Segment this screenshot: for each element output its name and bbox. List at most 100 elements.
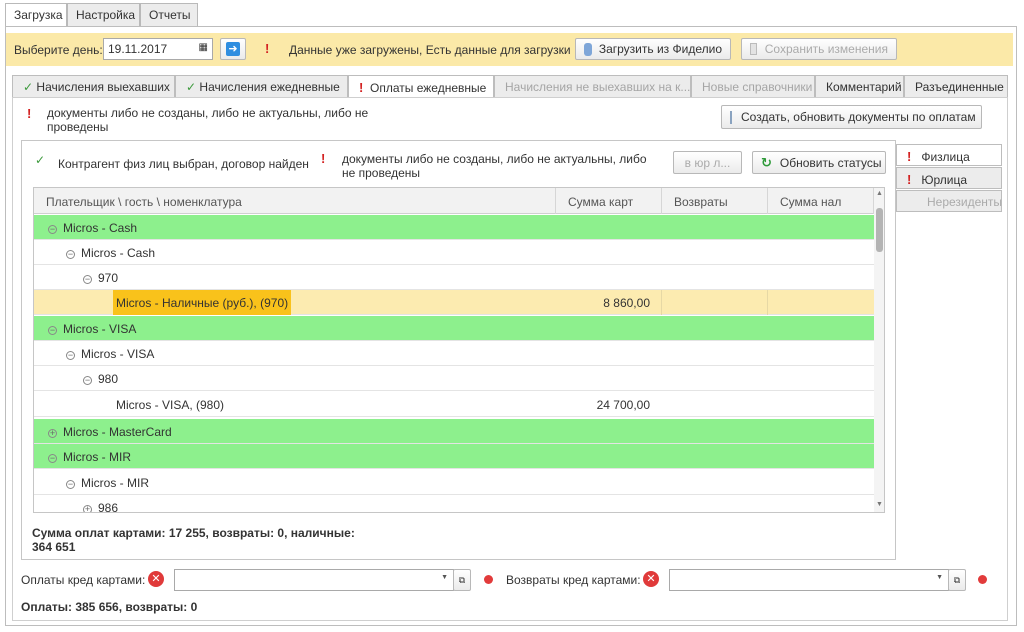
docs-warning-text: документы либо не созданы, либо не актуа… <box>47 106 369 134</box>
table-row[interactable]: − Micros - VISA <box>34 316 874 341</box>
collapse-icon[interactable]: − <box>83 376 92 385</box>
table-row[interactable]: +986 <box>34 495 874 513</box>
side-tab-nonresidents[interactable]: Нерезиденты <box>896 190 1002 212</box>
row-label-cell: − Micros - VISA <box>66 341 154 366</box>
row-label: Micros - MasterCard <box>63 425 172 439</box>
collapse-icon[interactable]: − <box>66 250 75 259</box>
col-sum-card[interactable]: Сумма карт <box>556 188 662 214</box>
row-label-cell: − Micros - Cash <box>48 215 137 240</box>
row-label-cell: −970 <box>83 265 118 290</box>
row-label: Micros - VISA <box>81 347 155 361</box>
column-divider <box>661 290 662 315</box>
refresh-label: Обновить статусы <box>779 155 882 170</box>
tab-accruals-daily[interactable]: ✓ Начисления ежедневные <box>175 75 348 97</box>
expand-icon[interactable]: + <box>48 429 57 438</box>
expand-icon[interactable]: + <box>83 505 92 512</box>
warning-icon: ! <box>907 172 912 187</box>
summary-line2: 364 651 <box>32 540 76 554</box>
row-label-cell: −980 <box>83 366 118 391</box>
row-label-cell: − Micros - VISA <box>48 316 136 341</box>
table-row[interactable]: −970 <box>34 265 874 290</box>
credit-cards-select[interactable]: ▼ <box>174 569 454 591</box>
table-row[interactable]: −980 <box>34 366 874 391</box>
row-label-cell: +986 <box>83 495 119 513</box>
clear-returns-cards-icon[interactable]: ✕ <box>643 571 659 587</box>
refresh-icon: ↻ <box>761 154 772 170</box>
table-row[interactable]: − Micros - MIR <box>34 470 874 495</box>
scroll-down-icon[interactable]: ▼ <box>876 501 883 508</box>
table-row[interactable]: − Micros - Cash <box>34 215 874 240</box>
collapse-icon[interactable]: − <box>48 326 57 335</box>
open-window-icon: ⧉ <box>458 574 466 585</box>
tab-otchety[interactable]: Отчеты <box>140 3 198 26</box>
collapse-icon[interactable]: − <box>66 480 75 489</box>
tab-zagruzka[interactable]: Загрузка <box>5 3 67 27</box>
warning-icon: ! <box>359 80 364 95</box>
collapse-icon[interactable]: − <box>48 454 57 463</box>
table-row[interactable]: − Micros - Cash <box>34 240 874 265</box>
col-returns[interactable]: Возвраты <box>662 188 768 214</box>
open-returns-cards-button[interactable]: ⧉ <box>948 569 966 591</box>
tab-new-directories[interactable]: Новые справочники <box>691 75 815 97</box>
chevron-down-icon[interactable]: ▼ <box>936 574 943 581</box>
returns-cards-select[interactable]: ▼ <box>669 569 949 591</box>
payments-grid[interactable]: Плательщик \ гость \ номенклатура Сумма … <box>33 187 885 513</box>
sum-card-cell: 24 700,00 <box>596 398 650 412</box>
collapse-icon[interactable]: − <box>83 275 92 284</box>
status-dot-icon <box>978 575 987 584</box>
open-credit-cards-button[interactable]: ⧉ <box>453 569 471 591</box>
side-tab-individuals[interactable]: ! Физлица <box>896 144 1002 166</box>
row-label: 980 <box>98 372 119 386</box>
refresh-statuses-button[interactable]: ↻ Обновить статусы <box>752 151 886 174</box>
col-sum-cash[interactable]: Сумма нал <box>768 188 874 214</box>
table-row[interactable]: Micros - VISA, (980) 24 700,00 <box>34 392 874 417</box>
warning-icon: ! <box>27 106 32 121</box>
row-label-cell: Micros - Наличные (руб.), (970) <box>113 290 292 315</box>
create-docs-button[interactable]: Создать, обновить документы по оплатам <box>721 105 982 129</box>
returns-cards-label: Возвраты кред картами: <box>506 573 641 587</box>
check-icon: ✓ <box>23 80 34 94</box>
side-tab-legal[interactable]: ! Юрлица <box>896 167 1002 189</box>
warning-icon: ! <box>265 41 270 56</box>
go-button[interactable]: ➜ <box>220 38 246 60</box>
collapse-icon[interactable]: − <box>66 351 75 360</box>
clear-credit-cards-icon[interactable]: ✕ <box>148 571 164 587</box>
row-label: 986 <box>98 501 119 513</box>
grid-header: Плательщик \ гость \ номенклатура Сумма … <box>34 188 884 214</box>
to-legal-button[interactable]: в юр л... <box>673 151 742 174</box>
tab-comment[interactable]: Комментарий <box>815 75 904 97</box>
table-row[interactable]: − Micros - VISA <box>34 341 874 366</box>
calendar-icon[interactable]: ▦ <box>199 42 208 53</box>
credit-cards-label: Оплаты кред картами: <box>21 573 146 587</box>
table-row[interactable]: − Micros - MIR <box>34 444 874 469</box>
tab-nastroyka[interactable]: Настройка <box>67 3 140 26</box>
scroll-up-icon[interactable]: ▲ <box>876 190 883 197</box>
row-label-cell: − Micros - MIR <box>48 444 131 469</box>
save-changes-button[interactable]: Сохранить изменения <box>741 38 897 60</box>
tab-accruals-departed[interactable]: ✓ Начисления выехавших <box>12 75 175 97</box>
chevron-down-icon[interactable]: ▼ <box>441 574 448 581</box>
scroll-thumb[interactable] <box>876 208 883 252</box>
table-row-selected[interactable]: Micros - Наличные (руб.), (970) 8 860,00 <box>34 290 874 315</box>
tab-accruals-not-departed[interactable]: Начисления не выехавших на к... <box>494 75 691 97</box>
arrow-right-icon: ➜ <box>226 42 240 56</box>
column-divider <box>767 290 768 315</box>
toolbar: Выберите день: 19.11.2017 ▦ ➜ ! Данные у… <box>6 33 1013 66</box>
tab-payments-daily[interactable]: ! Оплаты ежедневные <box>348 75 494 98</box>
footer-total: Оплаты: 385 656, возвраты: 0 <box>21 600 198 614</box>
col-payer[interactable]: Плательщик \ гость \ номенклатура <box>34 188 556 214</box>
load-fidelio-button[interactable]: Загрузить из Фиделио <box>575 38 731 60</box>
open-window-icon: ⧉ <box>953 574 961 585</box>
summary-line1: Сумма оплат картами: 17 255, возвраты: 0… <box>32 526 355 540</box>
check-icon: ✓ <box>35 153 46 167</box>
table-row[interactable]: + Micros - MasterCard <box>34 419 874 444</box>
status-dot-icon <box>484 575 493 584</box>
grid-scrollbar[interactable]: ▲ ▼ <box>874 188 884 512</box>
database-icon <box>584 42 592 56</box>
warning-icon: ! <box>907 149 912 164</box>
date-input[interactable]: 19.11.2017 ▦ <box>103 38 213 60</box>
contractor-status: Контрагент физ лиц выбран, договор найде… <box>58 157 309 171</box>
row-label: Micros - Cash <box>63 221 138 235</box>
tab-disconnected[interactable]: Разъединенные <box>904 75 1008 97</box>
collapse-icon[interactable]: − <box>48 225 57 234</box>
